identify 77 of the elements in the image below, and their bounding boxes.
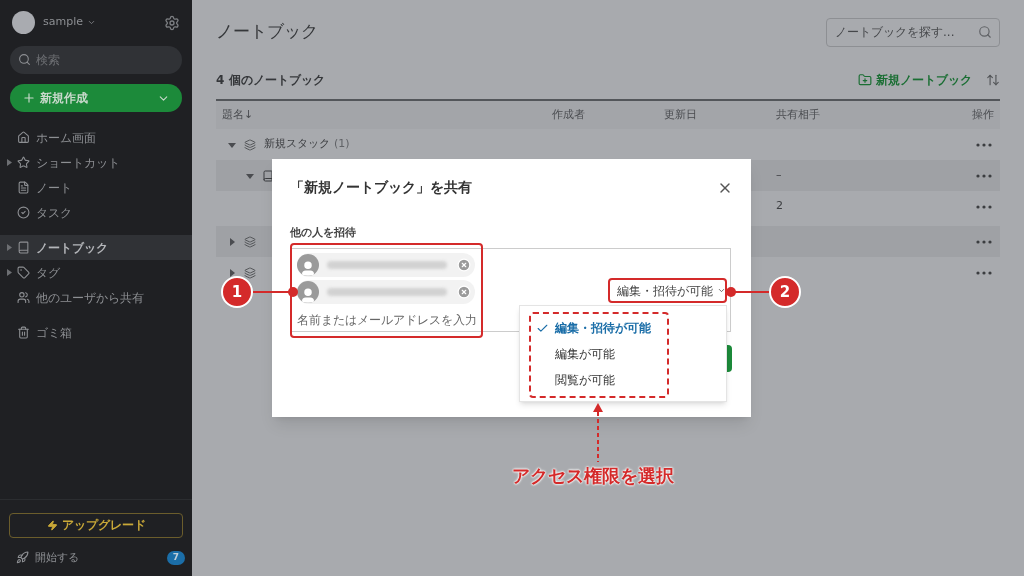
bolt-icon xyxy=(46,519,58,531)
search-icon xyxy=(18,53,31,66)
column-header[interactable]: 共有相手 xyxy=(776,106,936,124)
nav-item[interactable]: ノートブック xyxy=(0,235,192,260)
nav-item[interactable]: ゴミ箱 xyxy=(0,320,192,345)
expand-icon[interactable] xyxy=(7,269,12,276)
tag-icon xyxy=(17,266,30,279)
notebook-add-icon xyxy=(858,73,872,87)
stack-icon xyxy=(244,235,256,248)
star-icon xyxy=(17,156,30,169)
collapse-icon[interactable] xyxy=(246,171,254,180)
note-icon xyxy=(17,181,30,194)
table-cell-text: – xyxy=(776,167,783,184)
home-icon xyxy=(17,131,30,144)
invite-input[interactable]: 名前またはメールアドレスを入力 xyxy=(297,310,482,329)
count-badge: 7 xyxy=(166,551,185,565)
more-icon[interactable] xyxy=(976,142,992,147)
caption: アクセス権限を選択 xyxy=(512,464,674,488)
notebook-icon xyxy=(17,241,30,254)
nav-item[interactable]: ショートカット xyxy=(0,150,192,175)
row-title[interactable]: 新規スタック (1) xyxy=(264,136,350,153)
more-icon[interactable] xyxy=(976,239,992,244)
expand-icon[interactable] xyxy=(228,237,236,246)
nav-item[interactable]: タスク xyxy=(0,200,192,225)
more-icon[interactable] xyxy=(976,270,992,275)
page-title: ノートブック xyxy=(216,20,318,44)
column-header[interactable]: 操作 xyxy=(972,106,994,124)
notebook-search-field[interactable]: ノートブックを探す... xyxy=(826,17,1000,47)
avatar[interactable] xyxy=(12,11,35,34)
nav-item[interactable]: 他のユーザから共有 xyxy=(0,285,192,310)
account-menu[interactable]: sample xyxy=(43,14,96,31)
nav-item[interactable]: ホーム画面 xyxy=(0,125,192,150)
invitee-chip[interactable] xyxy=(297,252,475,277)
new-notebook-button[interactable]: 新規ノートブック xyxy=(858,71,972,89)
caret-icon xyxy=(87,18,96,27)
stack-icon xyxy=(244,138,256,151)
rocket-icon xyxy=(16,551,29,565)
column-header[interactable]: 作成者 xyxy=(552,106,664,124)
plus-icon xyxy=(22,91,36,105)
permission-dropdown[interactable]: 編集・招待が可能 xyxy=(617,281,726,300)
column-header[interactable]: 題名↓ xyxy=(222,106,552,124)
sort-icon[interactable] xyxy=(986,73,1000,87)
more-icon[interactable] xyxy=(976,173,992,178)
settings-icon[interactable] xyxy=(164,14,180,31)
check-icon xyxy=(17,206,30,219)
menu-item[interactable]: 編集・招待が可能 xyxy=(520,315,726,341)
invite-label: 他の人を招待 xyxy=(290,225,357,241)
user-avatar-icon xyxy=(297,280,319,303)
invitee-chip[interactable] xyxy=(297,279,475,304)
more-icon[interactable] xyxy=(976,204,992,209)
menu-item[interactable]: 閲覧が可能 xyxy=(520,367,726,393)
new-button[interactable]: 新規作成 xyxy=(10,84,182,112)
user-avatar-icon xyxy=(297,253,319,276)
stack-icon xyxy=(244,266,256,279)
upgrade-button[interactable]: アップグレード xyxy=(9,512,183,538)
notebook-count: 4 個のノートブック xyxy=(216,72,325,89)
table-cell-text: 2 xyxy=(776,198,784,215)
nav-item[interactable]: タグ xyxy=(0,260,192,285)
search-icon xyxy=(978,24,992,39)
remove-icon[interactable] xyxy=(457,257,471,272)
users-icon xyxy=(17,291,30,304)
caret-icon xyxy=(717,286,726,295)
collapse-icon[interactable] xyxy=(228,140,236,149)
expand-icon[interactable] xyxy=(228,268,236,277)
trash-icon xyxy=(17,326,30,339)
search-field[interactable]: 検索 xyxy=(10,46,182,74)
arrow xyxy=(592,402,604,462)
remove-icon[interactable] xyxy=(457,284,471,299)
notebook-icon xyxy=(262,169,274,182)
get-started-item[interactable]: 開始する 7 xyxy=(0,549,192,566)
expand-icon[interactable] xyxy=(7,159,12,166)
dialog-title: 「新規ノートブック」を共有 xyxy=(290,178,472,197)
nav-item[interactable]: ノート xyxy=(0,175,192,200)
leader-line xyxy=(253,286,299,298)
leader-line xyxy=(725,286,771,298)
menu-item[interactable]: 編集が可能 xyxy=(520,341,726,367)
column-header[interactable]: 更新日 xyxy=(664,106,776,124)
